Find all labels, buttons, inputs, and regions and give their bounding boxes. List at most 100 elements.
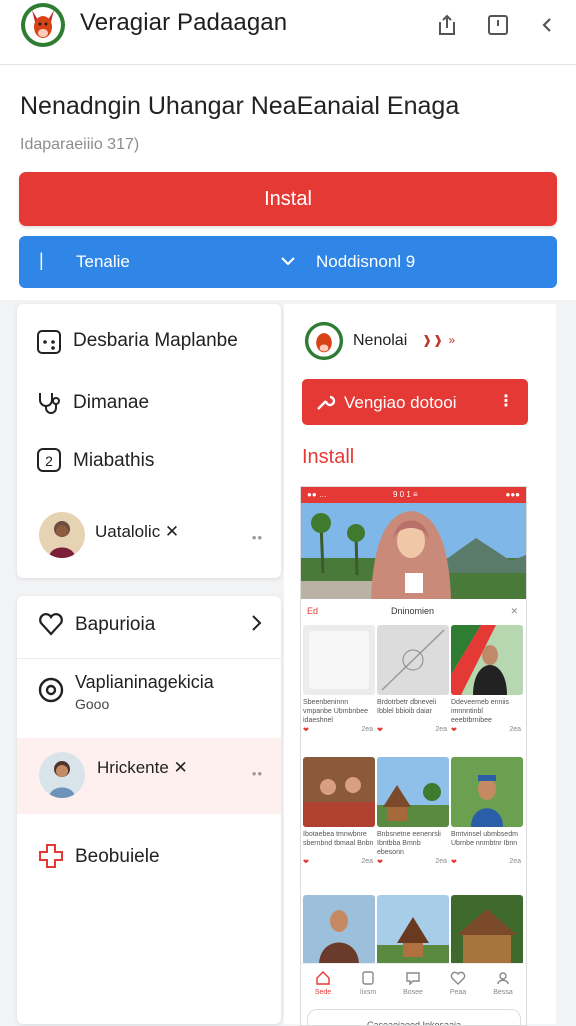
nav-label: Bosee xyxy=(403,989,423,996)
install-button-label: Instal xyxy=(264,187,312,210)
back-icon[interactable] xyxy=(535,12,561,38)
tile-caption: Bnbsnetne eenenrsli Ibntbba Bmnb ebesonn xyxy=(377,831,441,856)
nav-label: Peaa xyxy=(449,989,467,996)
status-left: ●● … xyxy=(307,490,327,499)
logo-icon[interactable] xyxy=(20,2,66,48)
menu-item-sublabel: Gooo xyxy=(75,696,110,712)
tile-count: 2ea xyxy=(435,726,447,733)
preview-install-link[interactable]: Install xyxy=(302,446,354,469)
nav-label: Iixsm xyxy=(359,989,377,996)
stethoscope-icon xyxy=(35,388,63,416)
chevron-right-icon[interactable] xyxy=(245,612,267,634)
avatar xyxy=(39,512,85,558)
tile-count: 2ea xyxy=(509,858,521,865)
phone-bottom-nav: Sede Iixsm Bosee Peaa Bessa xyxy=(301,963,526,1006)
share-icon[interactable] xyxy=(434,12,460,38)
grid-tile[interactable] xyxy=(303,895,375,965)
heart-outline-icon xyxy=(450,971,466,985)
preview-app-name: Nenolai xyxy=(353,332,408,349)
hero-section: Nenadngin Uhangar NeaEanaial Enaga Idapa… xyxy=(0,65,576,300)
grid-tile[interactable]: Brdotrbetr dbneveli Ibblel bbioib daiar … xyxy=(377,625,449,738)
menu-item-uatalolic[interactable]: Uatalolic ✕ •• xyxy=(17,508,281,564)
version-select[interactable]: | Tenalie Noddisnonl 9 xyxy=(19,236,557,288)
nav-library[interactable]: Iixsm xyxy=(348,970,388,996)
menu-item-desbaria[interactable]: Desbaria Maplanbe xyxy=(17,324,281,364)
menu-card-2: Bapurioia Vaplianinagekicia Gooo Hricken… xyxy=(17,596,281,1024)
menu-item-label: Beobuiele xyxy=(75,846,160,867)
app-header: Veragiar Padaagan xyxy=(0,0,576,65)
app-preview-pane: Nenolai ❱❱ » Vengiao dotooi ⋮ Install ●●… xyxy=(284,304,556,1026)
heart-icon[interactable]: ❤ xyxy=(377,858,383,866)
phone-section-header: Ed Dninomien ✕ xyxy=(301,603,526,621)
page-title: Nenadngin Uhangar NeaEanaial Enaga xyxy=(20,92,460,120)
menu-item-label: Uatalolic ✕ xyxy=(95,522,180,541)
select-right-label: Noddisnonl 9 xyxy=(316,252,416,271)
menu-item-miabathis[interactable]: 2 Miabathis xyxy=(17,442,281,482)
grid-tile[interactable]: Bmtvinsel ubmbsedm Ubrnbe nnmbtnr Ibnn ❤… xyxy=(451,757,523,870)
menu-item-label: Hrickente ✕ xyxy=(97,758,188,777)
chat-icon xyxy=(406,972,420,986)
select-divider: | xyxy=(39,250,44,270)
phone-footer-button[interactable]: Caseaeiaeod Inkesaaia xyxy=(307,1009,521,1025)
grid-tile[interactable] xyxy=(377,895,449,965)
tile-count: 2ea xyxy=(361,726,373,733)
medical-cross-icon xyxy=(37,842,65,870)
svg-text:2: 2 xyxy=(45,453,53,469)
menu-item-vaplianinagekicia[interactable]: Vaplianinagekicia Gooo xyxy=(17,672,281,728)
wrench-icon xyxy=(314,391,336,413)
preview-button-label: Vengiao dotooi xyxy=(344,393,457,412)
heart-icon[interactable]: ❤ xyxy=(451,858,457,866)
grid-tile[interactable] xyxy=(451,895,523,965)
heart-icon xyxy=(37,610,65,638)
app-title: Veragiar Padaagan xyxy=(80,9,288,36)
number-two-icon: 2 xyxy=(35,446,63,474)
grid-tile[interactable]: Bnbsnetne eenenrsli Ibntbba Bmnb ebesonn… xyxy=(377,757,449,870)
nav-label: Bessa xyxy=(493,989,513,996)
more-dots-icon[interactable]: •• xyxy=(252,530,263,545)
menu-item-bapurioia[interactable]: Bapurioia xyxy=(17,608,281,648)
profile-icon xyxy=(497,972,509,985)
section-title: Dninomien xyxy=(391,606,435,616)
tile-image xyxy=(451,895,523,965)
grid-tile[interactable]: Ddeveemeb enniis imnnntinbl eeebtbrnibee… xyxy=(451,625,523,738)
menu-item-label: Bapurioia xyxy=(75,614,156,635)
chevron-down-icon[interactable] xyxy=(277,250,299,272)
nav-profile[interactable]: Bessa xyxy=(483,970,523,996)
phone-hero-image xyxy=(301,503,526,599)
heart-icon[interactable]: ❤ xyxy=(377,726,383,734)
grid-tile[interactable]: Ibotaebea tmnwbnre sbernbnd tbmaal Bnbn … xyxy=(303,757,375,870)
tile-image xyxy=(451,625,523,695)
section-left: Ed xyxy=(307,606,319,616)
tile-image xyxy=(377,625,449,695)
heart-icon[interactable]: ❤ xyxy=(303,858,309,866)
library-icon xyxy=(362,971,374,985)
more-dots-icon[interactable]: •• xyxy=(252,766,263,781)
menu-item-hrickente[interactable]: Hrickente ✕ •• xyxy=(17,738,281,814)
nav-home[interactable]: Sede xyxy=(303,970,343,996)
divider xyxy=(17,658,281,659)
install-button[interactable]: Instal xyxy=(19,172,557,226)
more-vert-icon[interactable]: ⋮ xyxy=(498,391,514,411)
phone-status-bar: ●● … 9 0 1 ≡ ●●● xyxy=(301,487,526,503)
bookmark-icon[interactable] xyxy=(485,12,511,38)
tile-image xyxy=(377,757,449,827)
nav-chat[interactable]: Bosee xyxy=(393,970,433,996)
menu-item-beobuiele[interactable]: Beobuiele xyxy=(17,840,281,876)
heart-icon[interactable]: ❤ xyxy=(303,726,309,734)
nav-saved[interactable]: Peaa xyxy=(438,970,478,996)
heart-icon[interactable]: ❤ xyxy=(451,726,457,734)
circle-icon xyxy=(37,676,65,704)
mini-logo-icon xyxy=(304,321,344,361)
menu-item-label: Desbaria Maplanbe xyxy=(73,330,238,351)
tile-count: 2ea xyxy=(435,858,447,865)
tile-caption: Ibotaebea tmnwbnre sbernbnd tbmaal Bnbn xyxy=(303,831,374,847)
preview-action-button[interactable]: Vengiao dotooi ⋮ xyxy=(302,379,528,425)
status-right: ●●● xyxy=(505,490,521,499)
tile-caption: Sbeenbeninnn vmpanbe Ubmbnbee idaeshnel xyxy=(303,699,368,724)
grid-tile[interactable]: Sbeenbeninnn vmpanbe Ubmbnbee idaeshnel … xyxy=(303,625,375,738)
tile-image xyxy=(451,757,523,827)
select-left-label: Tenalie xyxy=(76,252,130,271)
nav-label: Sede xyxy=(314,989,332,996)
menu-item-dimanae[interactable]: Dimanae xyxy=(17,384,281,424)
close-icon[interactable]: ✕ xyxy=(510,606,518,617)
